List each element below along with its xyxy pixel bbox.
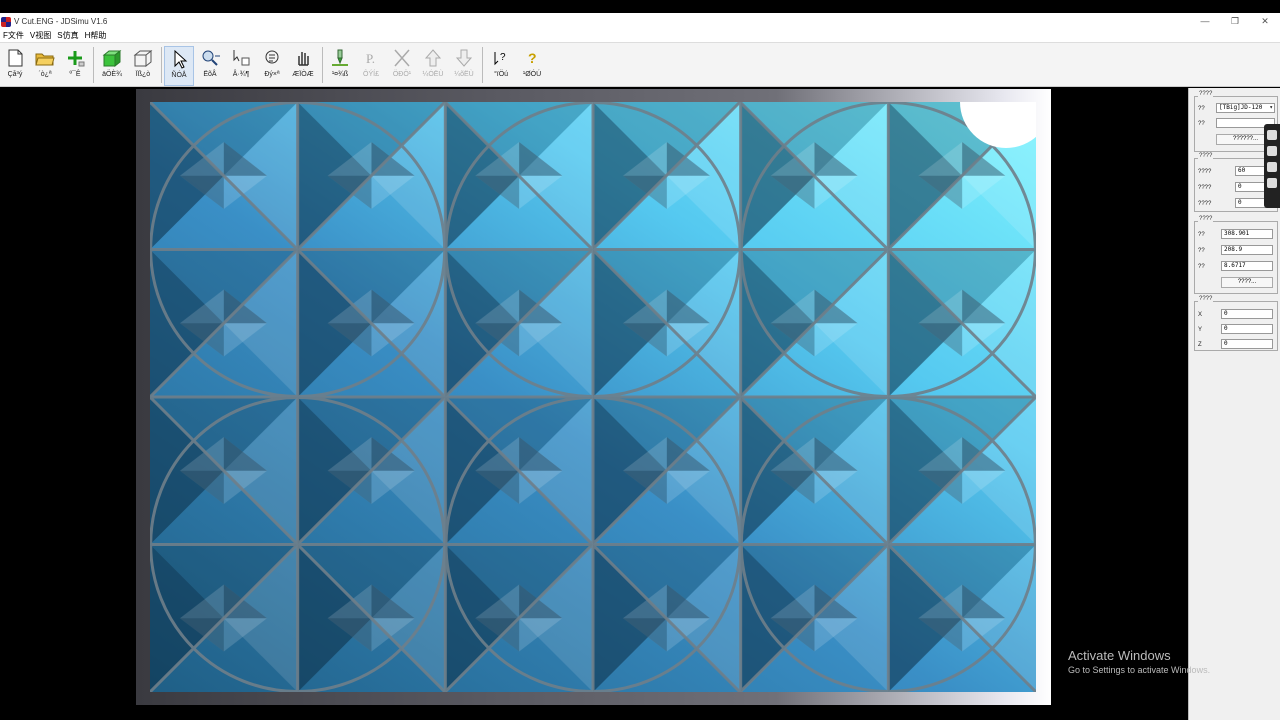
app-logo-icon <box>1 16 11 27</box>
stock-material <box>136 89 1051 705</box>
size-y-field[interactable]: 208.9 <box>1221 245 1273 255</box>
tool-pan[interactable]: ÆÏÒÆ <box>288 46 318 86</box>
toolbar: Çå³ý ´ò¿ª º¯Ê äÖÈ¾ Ïß¿ò ÑÓÅ ËõÂ Â·¾¶ Ðý×… <box>0 42 1280 87</box>
tool-wireframe[interactable]: Ïß¿ò <box>128 46 158 86</box>
menu-help[interactable]: H帮助 <box>82 30 110 42</box>
open-folder-icon <box>35 53 55 66</box>
tool-about[interactable]: ? ¹ØÓÚ <box>517 46 547 86</box>
window-icon[interactable] <box>1267 162 1277 172</box>
tool-rotate[interactable]: Ðý×ª <box>257 46 287 86</box>
tool-help-context[interactable]: ? °ïÖú <box>486 46 516 86</box>
position-x-field[interactable]: 0 <box>1221 309 1273 319</box>
tool-zoom[interactable]: ËõÂ <box>195 46 225 86</box>
camera-icon[interactable] <box>1267 130 1277 140</box>
menu-file[interactable]: F文件 <box>0 30 27 42</box>
tool-add[interactable]: º¯Ê <box>60 46 90 86</box>
svg-text:P.: P. <box>366 51 375 66</box>
wireframe-box-icon <box>133 49 153 68</box>
speed-up-icon <box>424 49 442 67</box>
tool-stop[interactable]: ÖÐÖ¹ <box>387 46 417 86</box>
toolbar-separator <box>161 47 162 83</box>
about-icon: ? <box>528 50 537 66</box>
title-bar: V Cut.ENG - JDSimu V1.6 — ❐ ✕ <box>0 13 1280 30</box>
chevron-down-icon: ▾ <box>1269 104 1273 111</box>
select-arrow-icon <box>174 49 188 69</box>
gear-icon[interactable] <box>1267 178 1277 188</box>
close-button[interactable]: ✕ <box>1250 13 1280 30</box>
simulation-viewport[interactable] <box>0 88 1188 720</box>
position-z-field[interactable]: 0 <box>1221 339 1273 349</box>
window-title: V Cut.ENG - JDSimu V1.6 <box>14 17 108 26</box>
tool-select[interactable]: ÑÓÅ <box>164 46 194 86</box>
floating-dock <box>1264 124 1280 208</box>
new-file-icon <box>8 49 23 67</box>
tool-bit-icon <box>332 49 348 66</box>
zoom-icon <box>202 50 220 66</box>
tool-speed-up[interactable]: ¼ÓËÙ <box>418 46 448 86</box>
toolbar-separator <box>93 47 94 83</box>
minimize-button[interactable]: — <box>1190 13 1220 30</box>
menu-view[interactable]: V视图 <box>27 30 54 42</box>
size-x-field[interactable]: 308.901 <box>1221 229 1273 239</box>
slow-down-icon <box>455 49 473 67</box>
rotate-icon <box>265 50 279 64</box>
menu-simulate[interactable]: S仿真 <box>54 30 81 42</box>
tool-path[interactable]: Â·¾¶ <box>226 46 256 86</box>
toolbar-separator <box>322 47 323 83</box>
screen-top-bar <box>0 0 1280 13</box>
path-icon <box>233 50 250 66</box>
activate-windows-watermark: Activate Windows Go to Settings to activ… <box>1068 648 1211 675</box>
tool-slow-down[interactable]: ¼õËÙ <box>449 46 479 86</box>
position-group: ???? X 0 Y 0 Z 0 <box>1194 296 1278 351</box>
tool-open[interactable]: ´ò¿ª <box>30 46 60 86</box>
machine-select[interactable]: [TBig]JD-120 ▾ <box>1216 103 1275 113</box>
size-group: ???? ?? 308.901 ?? 208.9 ?? 8.6717 ????.… <box>1194 216 1278 294</box>
help-context-icon: ? <box>494 52 506 66</box>
tool-render-solid[interactable]: äÖÈ¾ <box>97 46 127 86</box>
position-y-field[interactable]: 0 <box>1221 324 1273 334</box>
pan-hand-icon <box>298 52 309 66</box>
tool-pause[interactable]: P. ÔÝÍ£ <box>356 46 386 86</box>
tool-bit[interactable]: ¹¤¾ß <box>325 46 355 86</box>
menu-bar: F文件 V视图 S仿真 H帮助 <box>0 30 1280 42</box>
video-icon[interactable] <box>1267 146 1277 156</box>
svg-text:?: ? <box>500 52 506 63</box>
jdsimu-app: V Cut.ENG - JDSimu V1.6 — ❐ ✕ F文件 V视图 S仿… <box>0 0 1280 720</box>
window-controls: — ❐ ✕ <box>1190 13 1280 30</box>
pause-icon: P. <box>366 51 375 66</box>
svg-text:?: ? <box>528 50 537 66</box>
tool-new[interactable]: Çå³ý <box>0 46 30 86</box>
carved-pattern <box>150 102 1036 692</box>
solid-box-icon <box>102 49 122 68</box>
add-icon <box>68 51 85 67</box>
size-settings-button[interactable]: ????... <box>1221 277 1273 288</box>
stop-icon <box>394 49 410 67</box>
size-z-field[interactable]: 8.6717 <box>1221 261 1273 271</box>
maximize-button[interactable]: ❐ <box>1220 13 1250 30</box>
toolbar-separator <box>482 47 483 83</box>
